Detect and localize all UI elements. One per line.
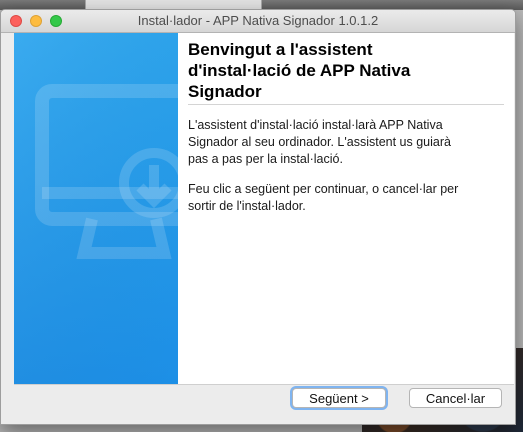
instruction-text: Feu clic a següent per continuar, o canc…	[188, 182, 459, 213]
title-bar[interactable]: Instal·lador - APP Nativa Signador 1.0.1…	[1, 10, 515, 33]
footer-divider	[14, 384, 514, 385]
installer-window: Instal·lador - APP Nativa Signador 1.0.1…	[0, 9, 516, 425]
welcome-heading: Benvingut a l'assistent d'instal·lació d…	[188, 40, 411, 101]
window-title: Instal·lador - APP Nativa Signador 1.0.1…	[137, 13, 379, 28]
cancel-button[interactable]: Cancel·lar	[409, 388, 502, 408]
next-button[interactable]: Següent >	[292, 388, 386, 408]
installer-side-image	[14, 33, 178, 384]
monitor-download-icon	[14, 33, 178, 384]
welcome-panel: Benvingut a l'assistent d'instal·lació d…	[178, 33, 514, 384]
intro-text: L'assistent d'instal·lació instal·larà A…	[188, 118, 451, 166]
heading-divider	[188, 104, 504, 105]
